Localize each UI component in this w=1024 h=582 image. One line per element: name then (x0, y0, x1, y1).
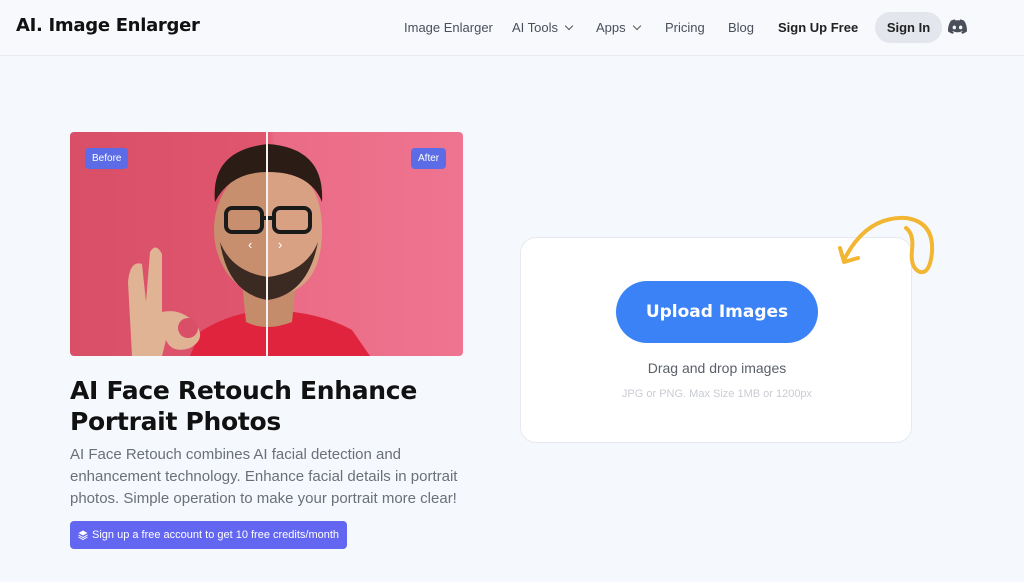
layers-icon (78, 530, 88, 540)
top-navbar: AI. Image Enlarger Image Enlarger AI Too… (0, 0, 1024, 56)
chevron-left-icon[interactable]: ‹ (248, 237, 252, 252)
site-logo[interactable]: AI. Image Enlarger (16, 15, 200, 36)
discord-icon[interactable] (948, 19, 967, 34)
chevron-down-icon (632, 21, 641, 31)
nav-apps[interactable]: Apps (596, 20, 641, 35)
chevron-down-icon (564, 21, 574, 31)
page-title: AI Face Retouch Enhance Portrait Photos (70, 376, 417, 436)
upload-hint: JPG or PNG. Max Size 1MB or 1200px (621, 388, 813, 400)
before-after-comparison[interactable]: Before After ‹ › (70, 132, 463, 356)
nav-image-enlarger[interactable]: Image Enlarger (404, 20, 493, 35)
nav-blog-label: Blog (728, 20, 755, 35)
free-credits-signup-button[interactable]: Sign up a free account to get 10 free cr… (70, 521, 348, 549)
upload-images-button[interactable]: Upload Images (616, 281, 818, 343)
free-credits-signup-label: Sign up a free account to get 10 free cr… (92, 529, 340, 541)
nav-ai-tools[interactable]: AI Tools (512, 20, 574, 35)
sign-up-free-link[interactable]: Sign Up Free (778, 20, 858, 35)
nav-apps-label: Apps (596, 20, 626, 35)
before-badge: Before (85, 148, 129, 169)
drag-drop-text: Drag and drop images (647, 360, 787, 376)
nav-ai-tools-label: AI Tools (512, 20, 559, 35)
comparison-divider-handle[interactable] (266, 132, 268, 356)
chevron-right-icon[interactable]: › (278, 237, 282, 252)
nav-blog[interactable]: Blog (728, 20, 754, 35)
nav-pricing-label: Pricing (665, 20, 705, 35)
after-badge: After (411, 148, 447, 169)
page-description: AI Face Retouch combines AI facial detec… (70, 446, 458, 507)
nav-pricing[interactable]: Pricing (665, 20, 705, 35)
curly-arrow-icon (838, 215, 935, 275)
nav-image-enlarger-label: Image Enlarger (404, 20, 493, 35)
sign-in-button[interactable]: Sign In (875, 12, 942, 43)
